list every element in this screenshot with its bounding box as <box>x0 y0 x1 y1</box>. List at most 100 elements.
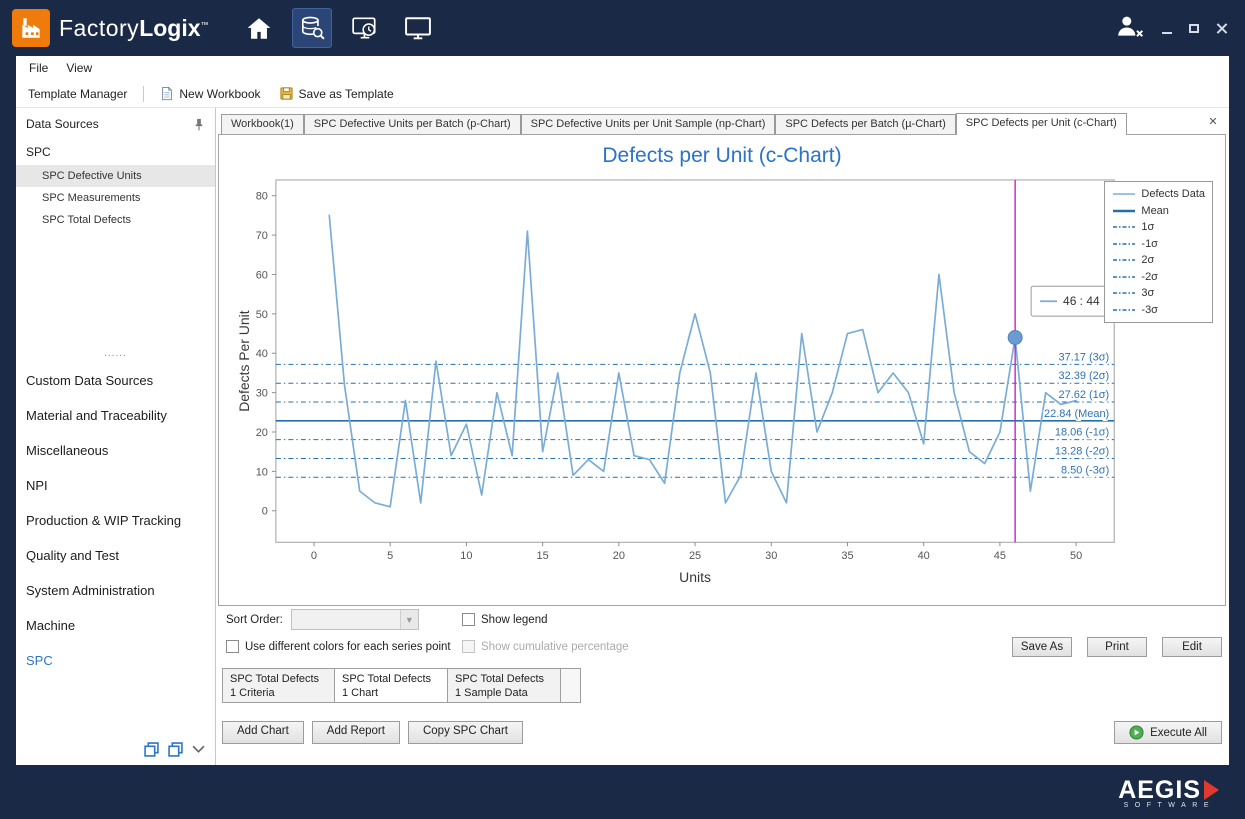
title-bar: FactoryLogix™ <box>0 0 1245 56</box>
sort-order-select[interactable]: ▼ <box>291 609 419 630</box>
svg-text:18.06 (-1σ): 18.06 (-1σ) <box>1055 427 1109 439</box>
copy-spc-chart-button[interactable]: Copy SPC Chart <box>408 721 523 744</box>
subtab-chart[interactable]: SPC Total Defects 1 Chart <box>335 668 448 703</box>
svg-text:27.62 (1σ): 27.62 (1σ) <box>1059 389 1110 401</box>
legend-item: -2σ <box>1112 271 1205 283</box>
legend-item: -3σ <box>1112 304 1205 316</box>
execute-all-button[interactable]: Execute All <box>1114 721 1222 744</box>
sidebar-item-spc-defective-units[interactable]: SPC Defective Units <box>16 165 215 187</box>
sidebar-item-miscellaneous[interactable]: Miscellaneous <box>16 433 215 468</box>
svg-text:8.50 (-3σ): 8.50 (-3σ) <box>1061 464 1109 476</box>
use-colors-checkbox[interactable] <box>226 640 239 653</box>
new-workbook-label: New Workbook <box>179 87 260 101</box>
toolbar: Template Manager New Workbook Save as Te… <box>16 80 1229 108</box>
add-report-button[interactable]: Add Report <box>312 721 400 744</box>
tab-close-icon[interactable]: ✕ <box>1206 115 1220 129</box>
menu-view[interactable]: View <box>57 58 101 78</box>
main-window: File View Template Manager New Workbook … <box>16 56 1229 765</box>
template-manager-label: Template Manager <box>28 87 127 101</box>
svg-text:5: 5 <box>387 550 393 562</box>
sidebar-item-machine[interactable]: Machine <box>16 608 215 643</box>
show-legend-label: Show legend <box>481 614 548 626</box>
tab-workbook-1[interactable]: Workbook(1) <box>221 114 304 134</box>
process-monitor-icon[interactable] <box>345 8 385 48</box>
actions-row: Add Chart Add Report Copy SPC Chart Exec… <box>222 721 1226 744</box>
pin-icon[interactable] <box>193 118 205 131</box>
home-icon[interactable] <box>239 8 279 48</box>
monitor-icon[interactable] <box>398 8 438 48</box>
sort-order-label: Sort Order: <box>226 614 283 626</box>
data-browser-icon[interactable] <box>292 8 332 48</box>
template-manager-button[interactable]: Template Manager <box>22 84 133 104</box>
tab-p-chart[interactable]: SPC Defective Units per Batch (p-Chart) <box>304 114 521 134</box>
sidebar-item-custom-data-sources[interactable]: Custom Data Sources <box>16 363 215 398</box>
spc-subtab-strip: SPC Total Defects 1 Criteria SPC Total D… <box>222 668 1226 703</box>
legend-item: 1σ <box>1112 221 1205 233</box>
brand-factory: Factory <box>59 15 139 41</box>
svg-text:37.17 (3σ): 37.17 (3σ) <box>1059 351 1110 363</box>
sidebar-item-production-wip[interactable]: Production & WIP Tracking <box>16 503 215 538</box>
new-workbook-button[interactable]: New Workbook <box>154 83 266 104</box>
aegis-brand: AEGIS <box>1118 776 1201 805</box>
show-legend-checkbox[interactable] <box>462 613 475 626</box>
windows-stack-icon-2[interactable] <box>168 742 183 757</box>
tab-u-chart[interactable]: SPC Defects per Batch (µ-Chart) <box>775 114 955 134</box>
close-button[interactable] <box>1216 23 1227 34</box>
sidebar-item-quality-test[interactable]: Quality and Test <box>16 538 215 573</box>
sidebar-item-spc-module[interactable]: SPC <box>16 643 215 678</box>
subtab-sample-data[interactable]: SPC Total Defects 1 Sample Data <box>448 668 561 703</box>
combo-arrow-icon: ▼ <box>400 610 418 629</box>
aegis-logo: AEGIS SOFTWARE <box>1118 776 1219 809</box>
chevron-down-icon[interactable] <box>192 745 205 754</box>
svg-text:50: 50 <box>1070 550 1082 562</box>
sidebar-title: Data Sources <box>26 117 99 131</box>
svg-text:Units: Units <box>679 569 711 585</box>
legend-item: -1σ <box>1112 238 1205 250</box>
save-as-template-button[interactable]: Save as Template <box>273 83 400 104</box>
use-colors-label: Use different colors for each series poi… <box>245 641 451 653</box>
sidebar-splitter-handle[interactable]: ...... <box>16 349 215 363</box>
legend-item: 2σ <box>1112 254 1205 266</box>
factorylogix-logo <box>12 9 50 47</box>
subtab-criteria[interactable]: SPC Total Defects 1 Criteria <box>222 668 335 703</box>
show-cumulative-checkbox <box>462 640 475 653</box>
svg-text:40: 40 <box>918 550 930 562</box>
menu-file[interactable]: File <box>20 58 57 78</box>
tab-c-chart[interactable]: SPC Defects per Unit (c-Chart) <box>956 113 1127 135</box>
sidebar-item-npi[interactable]: NPI <box>16 468 215 503</box>
print-button[interactable]: Print <box>1087 637 1147 657</box>
svg-text:0: 0 <box>262 506 268 518</box>
chart-panel: Defects per Unit (c-Chart) 0102030405060… <box>218 134 1226 606</box>
svg-text:20: 20 <box>613 550 625 562</box>
add-chart-button[interactable]: Add Chart <box>222 721 304 744</box>
svg-text:22.84 (Mean): 22.84 (Mean) <box>1044 408 1109 420</box>
factory-icon <box>18 15 44 41</box>
legend-item: Mean <box>1112 205 1205 217</box>
svg-text:32.39 (2σ): 32.39 (2σ) <box>1059 370 1110 382</box>
user-signout-icon[interactable] <box>1115 13 1145 44</box>
svg-text:40: 40 <box>256 348 268 360</box>
svg-text:15: 15 <box>537 550 549 562</box>
svg-text:10: 10 <box>460 550 472 562</box>
minimize-button[interactable] <box>1162 32 1172 34</box>
svg-text:0: 0 <box>311 550 317 562</box>
sidebar-item-spc-total-defects[interactable]: SPC Total Defects <box>16 209 215 231</box>
edit-button[interactable]: Edit <box>1162 637 1222 657</box>
app-title: FactoryLogix™ <box>59 15 209 42</box>
tab-np-chart[interactable]: SPC Defective Units per Unit Sample (np-… <box>521 114 776 134</box>
save-as-button[interactable]: Save As <box>1012 637 1072 657</box>
footer-bar: AEGIS SOFTWARE <box>0 765 1245 819</box>
sidebar-item-material-traceability[interactable]: Material and Traceability <box>16 398 215 433</box>
windows-stack-icon[interactable] <box>144 742 159 757</box>
svg-text:13.28 (-2σ): 13.28 (-2σ) <box>1055 446 1109 458</box>
legend-item: Defects Data <box>1112 188 1205 200</box>
svg-text:35: 35 <box>841 550 853 562</box>
maximize-button[interactable] <box>1189 24 1199 33</box>
sidebar-item-spc-measurements[interactable]: SPC Measurements <box>16 187 215 209</box>
aegis-software-label: SOFTWARE <box>1124 802 1219 809</box>
svg-text:45: 45 <box>994 550 1006 562</box>
sidebar-item-system-administration[interactable]: System Administration <box>16 573 215 608</box>
spc-chart[interactable]: 010203040506070800510152025303540455037.… <box>219 170 1225 602</box>
sidebar-section-spc[interactable]: SPC <box>16 137 215 165</box>
svg-text:10: 10 <box>256 466 268 478</box>
